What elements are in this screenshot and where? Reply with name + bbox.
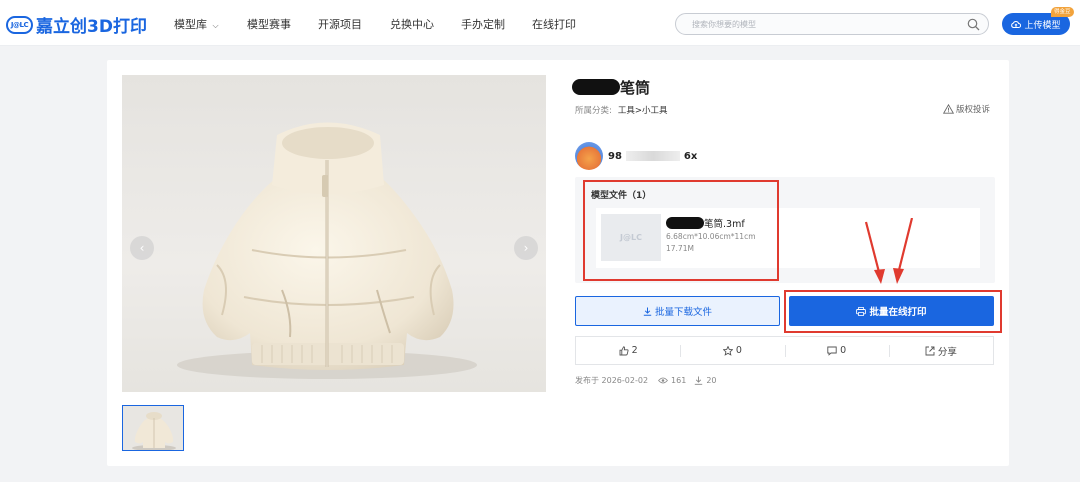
chevron-right-icon: › <box>523 241 529 255</box>
jacket-illustration <box>177 122 477 379</box>
comment-icon <box>827 346 837 356</box>
eye-icon <box>658 377 668 384</box>
annotation-highlight-print <box>784 290 1002 333</box>
thumbs-up-icon <box>619 345 629 356</box>
annotation-highlight-files <box>583 180 779 281</box>
chevron-left-icon: ‹ <box>139 241 145 255</box>
like-count: 2 <box>631 345 638 356</box>
copyright-report-link[interactable]: 版权投诉 <box>943 103 990 115</box>
publish-meta: 发布于 2026-02-02 161 20 <box>575 375 717 386</box>
model-title-text: 笔筒 <box>620 79 651 97</box>
image-thumbnail[interactable] <box>122 405 184 451</box>
share-icon <box>925 346 935 356</box>
upload-icon <box>1011 20 1022 29</box>
search-box[interactable] <box>675 13 989 35</box>
views-count: 161 <box>671 376 687 385</box>
warning-icon <box>943 104 954 114</box>
share-label: 分享 <box>937 346 957 358</box>
comment-count: 0 <box>840 345 847 356</box>
download-label: 批量下载文件 <box>654 307 712 318</box>
site-logo[interactable]: J@LC 嘉立创3D打印 <box>6 12 147 37</box>
avatar[interactable] <box>575 142 603 170</box>
downloads-stat: 20 <box>694 376 717 385</box>
batch-download-button[interactable]: 批量下载文件 <box>575 296 780 326</box>
logo-badge: J@LC <box>6 15 33 34</box>
author-name[interactable]: 98 6x <box>608 151 697 162</box>
report-label: 版权投诉 <box>956 105 991 115</box>
blurred-name-section <box>625 151 680 161</box>
model-category: 所属分类: 工具>小工具 <box>575 104 668 116</box>
logo-text: 嘉立创3D打印 <box>36 17 147 37</box>
jacket-thumbnail-image <box>132 412 176 450</box>
nav-item-competitions[interactable]: 模型赛事 <box>247 16 291 32</box>
downloads-count: 20 <box>706 376 717 385</box>
share-button[interactable]: 分享 <box>888 337 993 364</box>
upload-reward-badge: 得金豆 <box>1051 7 1074 17</box>
top-navigation-bar: J@LC 嘉立创3D打印 模型库 ⌵ 模型赛事 开源项目 兑换中心 手办定制 在… <box>0 0 1080 46</box>
nav-item-online-print[interactable]: 在线打印 <box>532 16 576 32</box>
author-name-suffix: 6x <box>683 150 698 162</box>
download-count-icon <box>694 376 703 385</box>
publish-date: 发布于 2026-02-02 <box>575 376 649 385</box>
favorite-count: 0 <box>735 345 742 356</box>
like-button[interactable]: 2 <box>576 337 680 364</box>
favorite-button[interactable]: 0 <box>680 337 784 364</box>
nav-item-model-library[interactable]: 模型库 ⌵ <box>174 16 219 32</box>
upload-label: 上传模型 <box>1024 20 1061 31</box>
redacted-title-mark <box>572 79 620 95</box>
chevron-down-icon: ⌵ <box>212 21 219 30</box>
author-name-prefix: 98 <box>608 150 622 162</box>
model-main-image[interactable]: ‹ › <box>122 75 546 392</box>
nav-label: 模型库 <box>174 18 207 31</box>
model-title: 笔筒 <box>572 77 650 98</box>
nav-item-open-source[interactable]: 开源项目 <box>318 16 362 32</box>
comment-button[interactable]: 0 <box>784 337 889 364</box>
category-label: 所属分类: <box>575 106 612 116</box>
search-icon[interactable] <box>967 18 980 31</box>
nav-item-figure-custom[interactable]: 手办定制 <box>461 16 505 32</box>
author-info[interactable]: 98 6x <box>575 142 697 170</box>
next-image-button[interactable]: › <box>514 236 538 260</box>
annotation-arrows <box>864 218 914 284</box>
views-stat: 161 <box>658 376 686 385</box>
nav-item-exchange[interactable]: 兑换中心 <box>390 16 434 32</box>
category-value[interactable]: 工具>小工具 <box>618 106 668 116</box>
download-icon <box>643 307 652 316</box>
engagement-stats-bar: 2 0 0 分享 <box>575 336 994 365</box>
search-input[interactable] <box>692 17 952 31</box>
star-icon <box>722 345 733 356</box>
prev-image-button[interactable]: ‹ <box>130 236 154 260</box>
